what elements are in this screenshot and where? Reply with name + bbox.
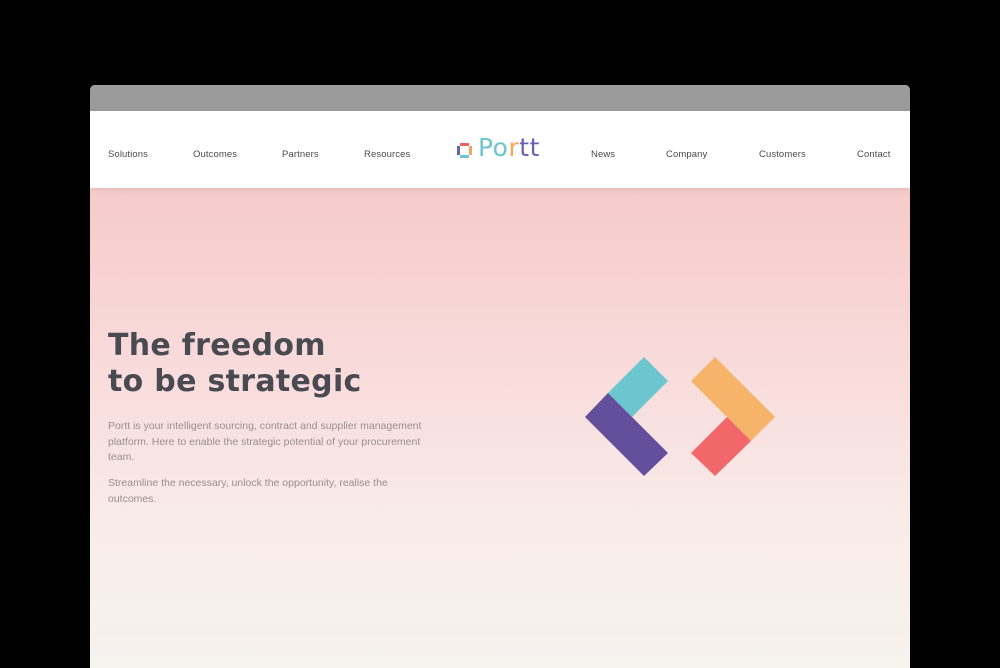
- site-header: Solutions Outcomes Partners Resources Po…: [90, 111, 910, 188]
- logo-mark-icon: [457, 142, 472, 158]
- nav-link-partners[interactable]: Partners: [282, 149, 319, 160]
- nav-link-resources[interactable]: Resources: [364, 149, 410, 160]
- browser-title-bar: [90, 85, 910, 111]
- logo-wordmark: Portt: [478, 133, 540, 162]
- portt-logo[interactable]: Portt: [457, 133, 540, 163]
- brackets-illustration-icon: [585, 357, 775, 476]
- hero-tagline: Streamline the necessary, unlock the opp…: [108, 477, 388, 505]
- nav-link-news[interactable]: News: [591, 149, 615, 160]
- nav-link-solutions[interactable]: Solutions: [108, 149, 148, 160]
- browser-window: Solutions Outcomes Partners Resources Po…: [90, 85, 910, 668]
- nav-link-outcomes[interactable]: Outcomes: [193, 149, 237, 160]
- nav-link-company[interactable]: Company: [666, 149, 707, 160]
- hero-description: Portt is your intelligent sourcing, cont…: [108, 420, 422, 463]
- nav-link-contact[interactable]: Contact: [857, 149, 890, 160]
- nav-link-customers[interactable]: Customers: [759, 149, 806, 160]
- hero-section: The freedom to be strategic Portt is you…: [90, 188, 910, 668]
- hero-title: The freedom to be strategic: [108, 328, 362, 399]
